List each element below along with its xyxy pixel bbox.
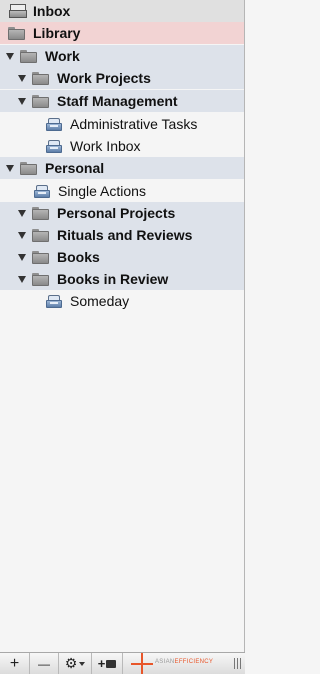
sidebar-item-work[interactable]: Work — [0, 45, 244, 67]
disclosure-triangle-icon[interactable] — [6, 52, 14, 60]
context-tray-icon — [34, 184, 50, 198]
inbox-icon — [9, 4, 27, 18]
plus-icon: + — [97, 656, 106, 671]
sidebar-item-label: Personal — [45, 160, 105, 176]
folder-icon — [32, 71, 49, 85]
sidebar-item-rituals-and-reviews[interactable]: Rituals and Reviews — [0, 224, 244, 246]
folder-icon — [20, 49, 37, 63]
plus-icon: + — [9, 654, 20, 672]
folder-icon — [8, 26, 25, 40]
sidebar: Inbox Library Work Work Projects Staff M… — [0, 0, 245, 674]
disclosure-triangle-icon[interactable] — [18, 253, 26, 261]
bottom-toolbar: + — ⚙ + ASIANEFFICIENCY — [0, 652, 245, 674]
brand-text-part1: ASIAN — [155, 659, 175, 665]
sidebar-item-personal[interactable]: Personal — [0, 157, 244, 179]
remove-button[interactable]: — — [30, 653, 59, 674]
sidebar-item-label: Work Inbox — [70, 138, 141, 154]
sidebar-item-inbox[interactable]: Inbox — [0, 0, 244, 22]
sidebar-item-books[interactable]: Books — [0, 246, 244, 268]
brand-watermark: ASIANEFFICIENCY — [123, 653, 245, 674]
disclosure-triangle-icon[interactable] — [18, 275, 26, 283]
sidebar-item-someday[interactable]: Someday — [0, 290, 244, 312]
folder-icon — [32, 228, 49, 242]
sidebar-item-label: Books in Review — [57, 271, 169, 287]
folder-icon — [32, 272, 49, 286]
folder-icon — [106, 659, 117, 668]
folder-icon — [32, 94, 49, 108]
minus-icon: — — [38, 656, 50, 671]
sidebar-item-work-projects[interactable]: Work Projects — [0, 67, 244, 89]
sidebar-item-administrative-tasks[interactable]: Administrative Tasks — [0, 113, 244, 135]
chevron-down-icon — [79, 661, 86, 666]
sidebar-item-label: Books — [57, 249, 100, 265]
sidebar-item-label: Rituals and Reviews — [57, 227, 193, 243]
folder-icon — [32, 250, 49, 264]
add-folder-button[interactable]: + — [92, 653, 123, 674]
brand-text-part2: EFFICIENCY — [174, 659, 214, 665]
sidebar-item-label: Personal Projects — [57, 205, 176, 221]
brand-text: ASIANEFFICIENCY — [155, 659, 213, 665]
sidebar-item-books-in-review[interactable]: Books in Review — [0, 268, 244, 290]
sidebar-item-library[interactable]: Library — [0, 22, 244, 44]
sidebar-item-label: Work — [45, 48, 80, 64]
sidebar-item-single-actions[interactable]: Single Actions — [0, 180, 244, 202]
sidebar-item-label: Inbox — [33, 3, 71, 19]
gear-icon: ⚙ — [64, 655, 78, 671]
sidebar-item-label: Single Actions — [58, 183, 146, 199]
sidebar-item-label: Work Projects — [57, 70, 151, 86]
disclosure-triangle-icon[interactable] — [18, 209, 26, 217]
add-button[interactable]: + — [0, 653, 30, 674]
sidebar-item-label: Administrative Tasks — [70, 116, 198, 132]
sidebar-item-label: Staff Management — [57, 93, 178, 109]
sidebar-item-label: Library — [33, 25, 81, 41]
sidebar-item-personal-projects[interactable]: Personal Projects — [0, 202, 244, 224]
action-menu-button[interactable]: ⚙ — [59, 653, 92, 674]
folder-icon — [20, 161, 37, 175]
folder-icon — [32, 206, 49, 220]
context-tray-icon — [46, 117, 62, 131]
sidebar-item-work-inbox[interactable]: Work Inbox — [0, 135, 244, 157]
disclosure-triangle-icon[interactable] — [6, 164, 14, 172]
disclosure-triangle-icon[interactable] — [18, 231, 26, 239]
sidebar-item-label: Someday — [70, 293, 130, 309]
brand-cross-icon-stem — [141, 653, 143, 674]
disclosure-triangle-icon[interactable] — [18, 97, 26, 105]
context-tray-icon — [46, 294, 62, 308]
disclosure-triangle-icon[interactable] — [18, 74, 26, 82]
resize-grip-icon[interactable] — [234, 658, 241, 669]
sidebar-item-staff-management[interactable]: Staff Management — [0, 90, 244, 112]
context-tray-icon — [46, 139, 62, 153]
